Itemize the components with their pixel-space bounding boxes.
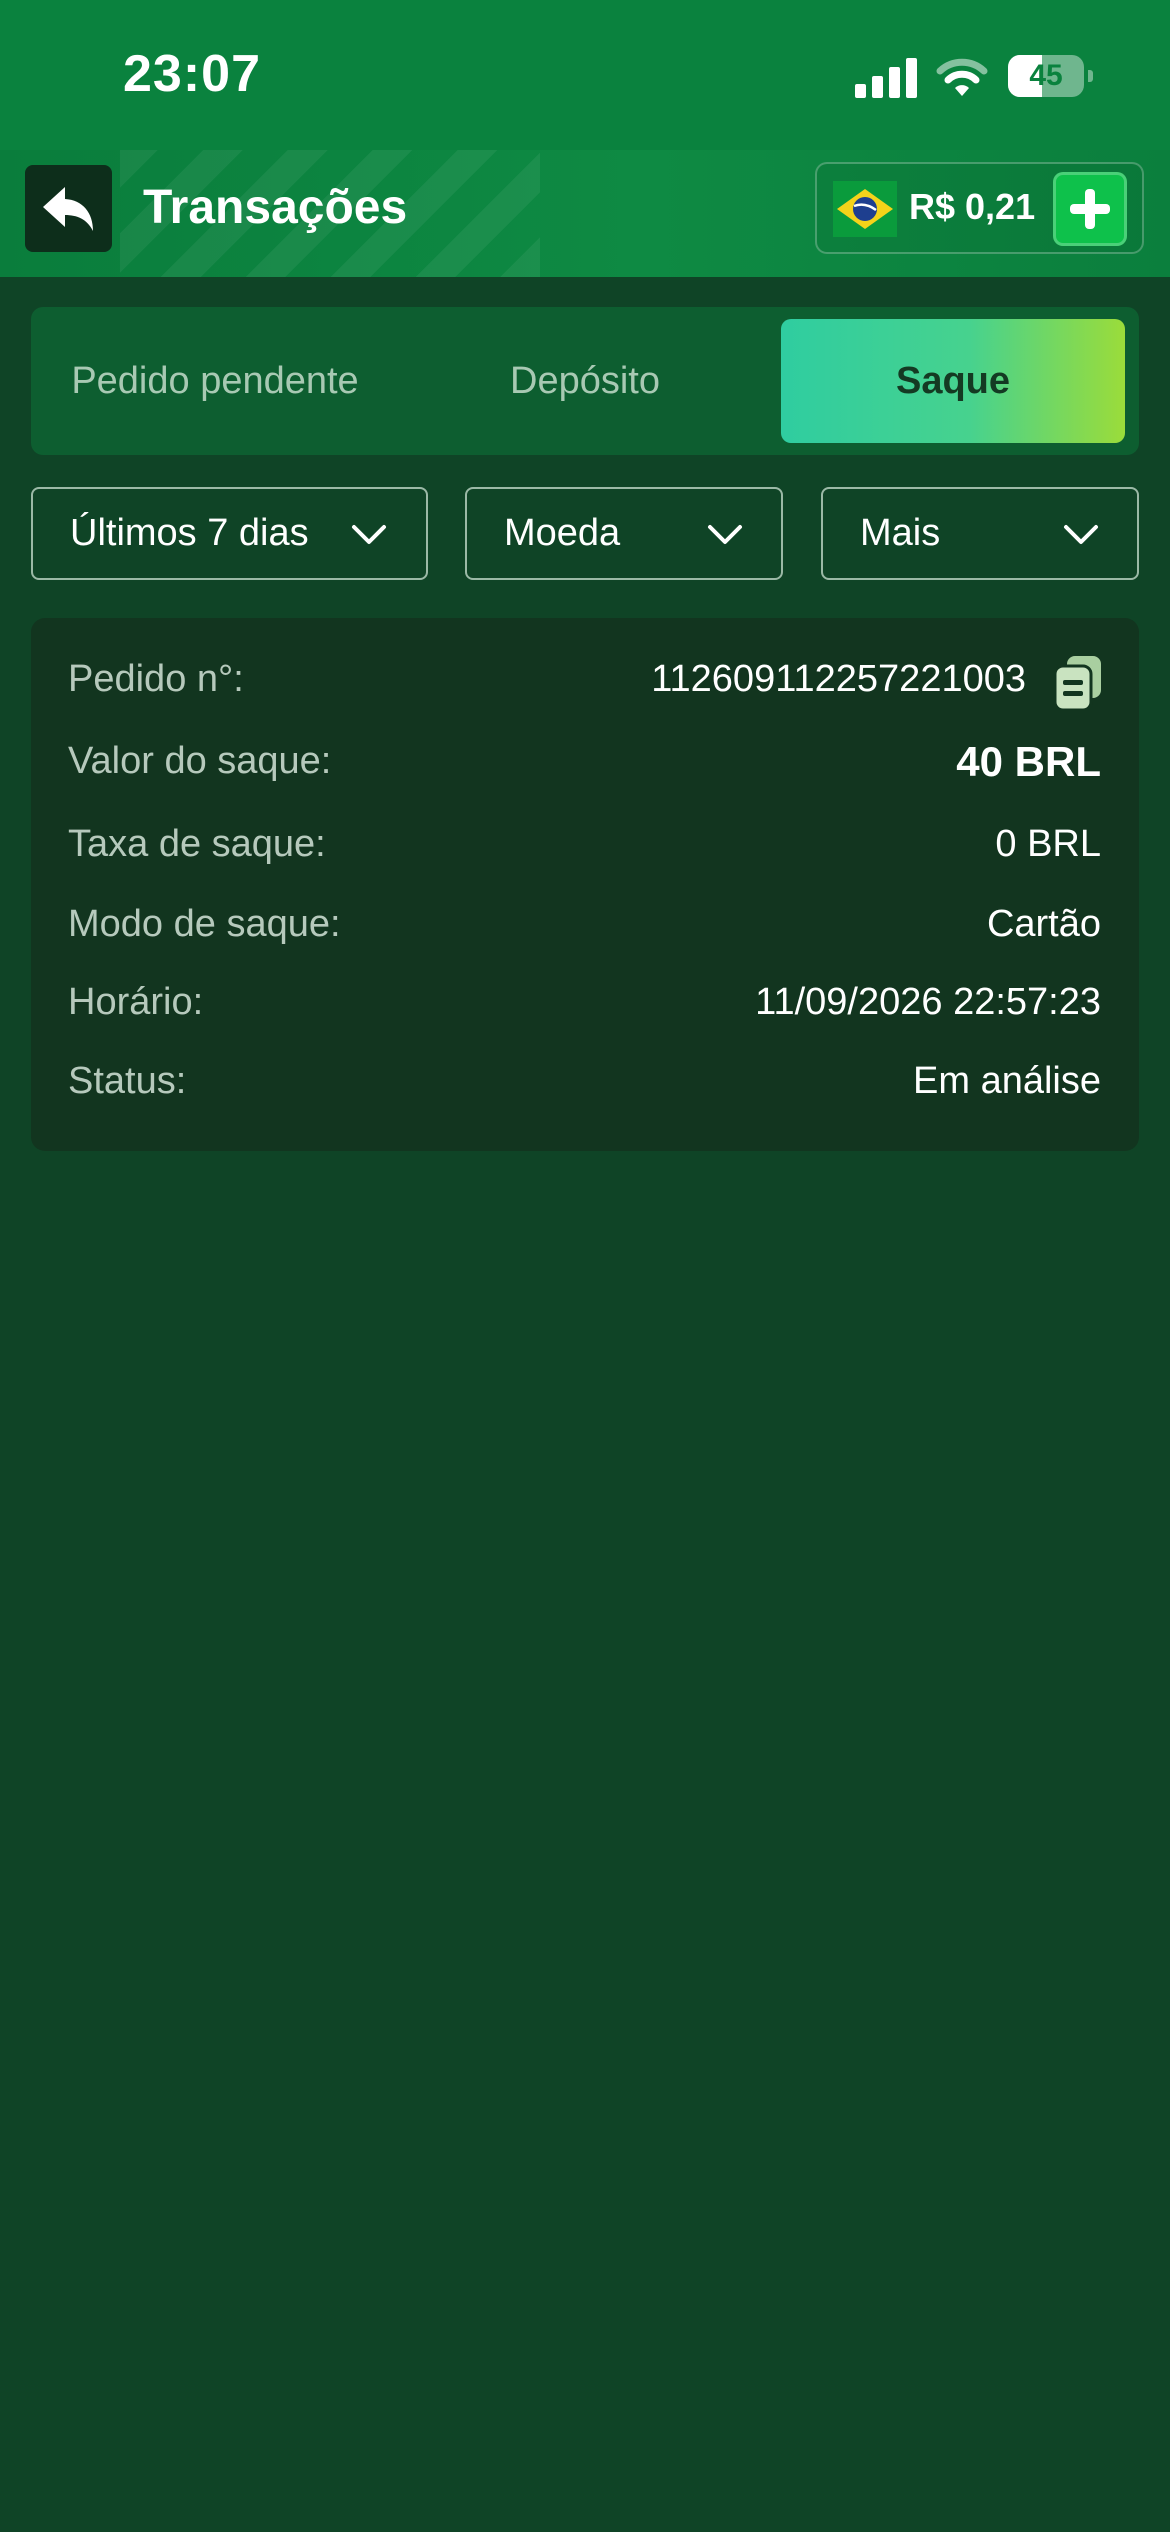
chevron-down-icon bbox=[708, 525, 742, 544]
period-filter-dropdown[interactable]: Últimos 7 dias bbox=[31, 487, 428, 580]
status-time: 23:07 bbox=[123, 45, 261, 103]
battery-level: 45 bbox=[1029, 59, 1063, 92]
currency-filter-dropdown[interactable]: Moeda bbox=[465, 487, 783, 580]
chevron-down-icon bbox=[352, 525, 386, 544]
status-bar: 23:07 45 bbox=[0, 0, 1170, 150]
plus-icon bbox=[1070, 189, 1110, 229]
balance-widget: R$ 0,21 bbox=[815, 162, 1144, 254]
add-funds-button[interactable] bbox=[1053, 172, 1127, 246]
time-value: 11/09/2026 22:57:23 bbox=[755, 981, 1101, 1023]
withdrawal-amount-value: 40 BRL bbox=[956, 738, 1101, 785]
order-number-label: Pedido n°: bbox=[68, 658, 244, 700]
period-filter-label: Últimos 7 dias bbox=[70, 512, 309, 554]
status-value: Em análise bbox=[913, 1060, 1101, 1102]
transaction-tabs: Pedido pendente Depósito Saque bbox=[31, 307, 1139, 455]
page-title: Transações bbox=[143, 181, 408, 234]
withdrawal-fee-value: 0 BRL bbox=[995, 823, 1101, 865]
copy-icon[interactable] bbox=[1053, 656, 1103, 710]
tab-pending-order[interactable]: Pedido pendente bbox=[43, 319, 387, 443]
tab-withdrawal[interactable]: Saque bbox=[781, 319, 1125, 443]
tab-deposit[interactable]: Depósito bbox=[413, 319, 757, 443]
currency-filter-label: Moeda bbox=[504, 512, 621, 554]
cellular-signal-icon bbox=[855, 58, 917, 98]
status-label: Status: bbox=[68, 1060, 187, 1102]
back-arrow-icon bbox=[42, 186, 93, 231]
more-filter-dropdown[interactable]: Mais bbox=[821, 487, 1139, 580]
order-number-value: 112609112257221003 bbox=[651, 658, 1026, 700]
app-header: Transações R$ 0,21 bbox=[0, 150, 1170, 277]
transaction-card: Pedido n°: 112609112257221003 Valor do s… bbox=[31, 618, 1139, 1151]
back-button[interactable] bbox=[25, 165, 112, 252]
more-filter-label: Mais bbox=[860, 512, 941, 554]
wifi-icon bbox=[936, 58, 988, 96]
battery-icon: 45 bbox=[1008, 55, 1093, 97]
withdrawal-mode-value: Cartão bbox=[986, 903, 1101, 945]
chevron-down-icon bbox=[1064, 525, 1098, 544]
balance-amount: R$ 0,21 bbox=[909, 186, 1036, 227]
withdrawal-fee-label: Taxa de saque: bbox=[68, 823, 326, 865]
brazil-flag-icon bbox=[833, 181, 897, 237]
time-label: Horário: bbox=[68, 981, 204, 1023]
withdrawal-amount-label: Valor do saque: bbox=[68, 740, 332, 782]
withdrawal-mode-label: Modo de saque: bbox=[68, 903, 341, 945]
